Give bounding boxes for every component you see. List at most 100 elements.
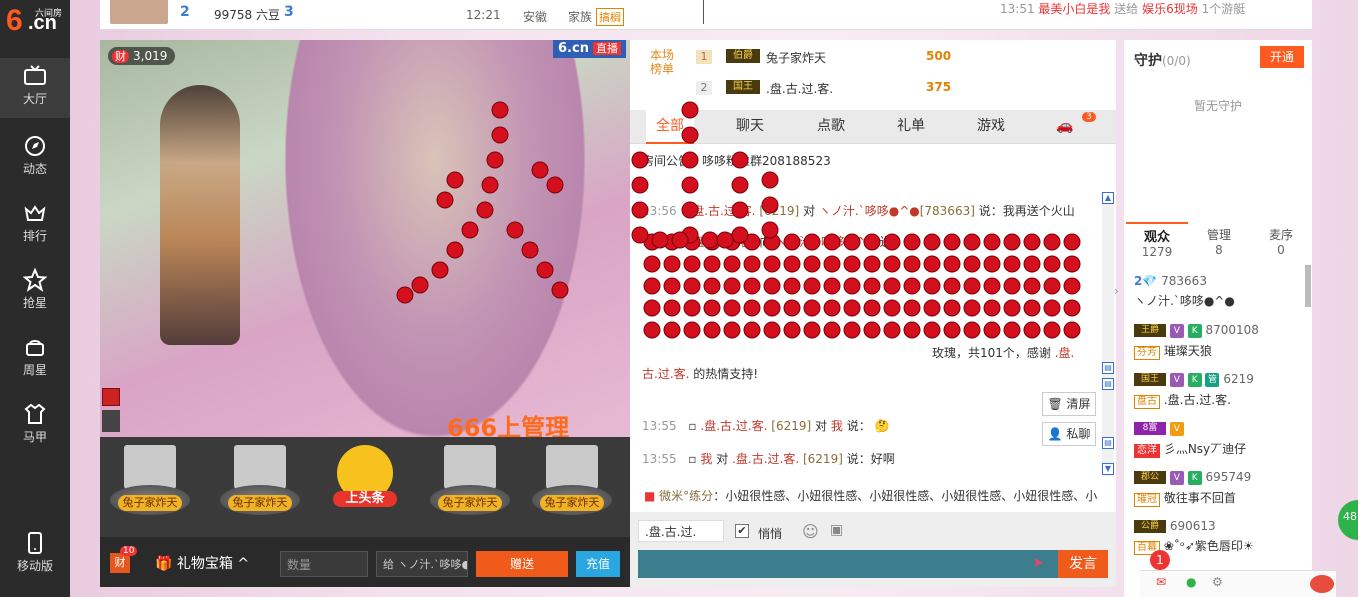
headline-slot[interactable]: 兔子家炸天 [220,445,300,527]
msg-user[interactable]: .盘.古.过.客. [700,419,767,433]
guard-panel: 守护(0/0) 开通 暂无守护 [1124,40,1312,222]
rank-badge: 伯爵 [726,49,760,63]
tab-game[interactable]: 游戏 [977,110,1005,144]
site-logo[interactable]: 6 .cn 六间房 [0,0,70,40]
headline-slot[interactable]: 兔子家炸天 [430,445,510,527]
bean-count: 99758 六豆 [214,8,280,22]
msg-text: 玫瑰，共101个，感谢 [932,346,1051,360]
audience-item[interactable]: 2💎 783663 ヽノ汁.`哆哆●^● [1134,274,1310,318]
msg-target[interactable]: ヽノ汁.`哆哆●^● [775,235,876,249]
ticker-user[interactable]: 微米°练分 [659,489,713,503]
audience-item[interactable]: 郡公 V K 695749 璀冠 敬往事不回首 [1134,470,1310,514]
send-gift-button[interactable]: 赠送 [476,551,568,577]
audience-scrollbar[interactable] [1305,265,1311,307]
headline-slot[interactable]: 兔子家炸天 [532,445,612,527]
wealth-icon[interactable]: 财 [110,553,130,573]
headline-name: 兔子家炸天 [118,495,182,511]
tab-chat[interactable]: 聊天 [736,110,764,144]
msg-text: 说：我再送个火山 [978,204,1075,218]
image-icon[interactable]: ▣ [830,522,843,538]
audience-item[interactable]: 国王 V K 管 6219 盘古 .盘.古.过.客. [1134,372,1310,416]
audience-item[interactable]: 王爵 V K 8700108 芬芳 璀璨天狼 [1134,323,1310,367]
user-name: 敬往事不回首 [1163,490,1236,505]
car-icon[interactable]: 🚗 [1056,110,1073,144]
tab-mic-queue[interactable]: 麦序 0 [1250,222,1312,262]
live-brand: 6.cn [558,41,589,56]
rail-item-week-star[interactable]: 周星 [0,329,70,389]
rail-item-hall[interactable]: 大厅 [0,58,70,118]
notification-badge[interactable]: 1 [1150,550,1170,570]
ticker-time: 13:51 [1000,2,1035,16]
tab-song[interactable]: 点歌 [817,110,845,144]
mic-icon[interactable] [102,410,120,432]
tab-all[interactable]: 全部 [646,110,694,144]
send-message-button[interactable]: 发言 [1058,550,1108,578]
tab-audience[interactable]: 观众 1279 [1126,222,1188,262]
recipient-select[interactable]: 给 ヽノ汁.`哆哆●^● [376,551,468,577]
check-icon[interactable]: ● [1186,575,1196,589]
msg-user-id: [6219] [802,452,843,466]
k-icon: K [1187,323,1202,338]
audience-item[interactable]: 8富 V 恋洋 彡灬Nsy丆迪仔 [1134,421,1310,465]
settings-icon[interactable]: ⚙ [1212,575,1223,589]
tab-admin[interactable]: 管理 8 [1188,222,1250,262]
rail-item-vest[interactable]: 马甲 [0,396,70,456]
avatar[interactable] [110,0,168,24]
mail-icon[interactable]: ✉ [1156,575,1166,589]
open-guard-button[interactable]: 开通 [1260,46,1304,68]
tab-label: 管理 [1206,228,1231,242]
scroll-mid-button[interactable]: ▤ [1102,362,1114,374]
gift-box-button[interactable]: 🎁 礼物宝箱 ^ [155,553,249,573]
msg-user[interactable]: .盘.古.过.客. [688,204,755,218]
rank-row[interactable]: 1 伯爵 兔子家炸天 500 [690,44,1110,70]
msg-user-id: [6219] [759,204,800,218]
clear-screen-button[interactable]: 🗑 清屏 [1042,392,1096,416]
tab-gift-list[interactable]: 礼单 [897,110,925,144]
quiet-checkbox[interactable]: ✔ [735,524,749,538]
diamond-icon: 💎 [1142,274,1158,288]
msg-target[interactable]: .盘.古.过.客. [732,452,799,466]
ticker-receiver[interactable]: 娱乐6现场 [1142,2,1198,16]
headline-slot[interactable]: 兔子家炸天 [110,445,190,527]
private-chat-button[interactable]: 👤 私聊 [1042,422,1096,446]
scroll-down-button[interactable]: ▼ [1102,463,1114,475]
rail-item-grab-star[interactable]: 抢星 [0,262,70,322]
headline-button[interactable]: 上头条 [325,445,405,527]
recharge-button[interactable]: 充值 [576,551,620,577]
rail-item-mobile[interactable]: 移动版 [0,525,70,585]
rank-row[interactable]: 2 国王 .盘.古.过.客. 375 [690,75,1110,101]
rank-label[interactable]: 本场 榜单 [644,48,680,76]
chat-scrollbar[interactable] [1102,192,1114,476]
car-badge: 3 [1082,112,1096,122]
msg-target[interactable]: ヽノ汁.`哆哆●^● [819,204,920,218]
msg-user[interactable]: 古.过.客. [642,367,689,381]
msg-user[interactable]: .盘.古.过.客. [688,235,755,249]
quantity-input[interactable]: 数量 [280,551,368,577]
msg-user[interactable]: .盘. [1055,346,1075,360]
rail-item-dynamics[interactable]: 动态 [0,128,70,188]
chat-bubble-icon[interactable] [1310,575,1334,593]
emoji-icon[interactable]: ☺ [802,522,819,541]
gift-bar: 财 10 🎁 礼物宝箱 ^ 数量 给 ヽノ汁.`哆哆●^● 赠送 充值 [100,537,630,587]
bar-icon[interactable] [102,388,120,406]
rank-number: 1 [696,50,712,64]
rail-item-label: 抢星 [22,296,47,310]
headline-label: 上头条 [333,491,397,507]
live-label: 直播 [592,42,621,55]
ticker-sender[interactable]: 最美小白是我 [1038,2,1110,16]
scroll-mid-button[interactable]: ▤ [1102,437,1114,449]
chat-message: 13:56 .盘.古.过.客. [6219] 对 ヽノ汁.`哆哆●^●[7836… [642,202,1075,219]
scroll-mid-button[interactable]: ▤ [1102,378,1114,390]
message-input[interactable]: ➤ [638,550,1058,578]
rank-badge: 王爵 [1134,324,1166,337]
self-name-select[interactable]: .盘.古.过. [638,520,724,542]
family-tag: 璀冠 [1134,492,1160,507]
collapse-arrow-icon[interactable]: › [1114,284,1119,298]
wealth-badge: 10 [120,546,138,556]
rail-item-rank[interactable]: 排行 [0,195,70,255]
family-tag[interactable]: 搞榈 [596,8,624,26]
wealth-icon: 财 [112,50,129,63]
video-player[interactable] [100,40,630,437]
scroll-up-button[interactable]: ▲ [1102,192,1114,204]
chat-message: 13:55 ▫ .盘.古.过.客. [6219] 对 我 说： 🤔 [642,417,890,434]
